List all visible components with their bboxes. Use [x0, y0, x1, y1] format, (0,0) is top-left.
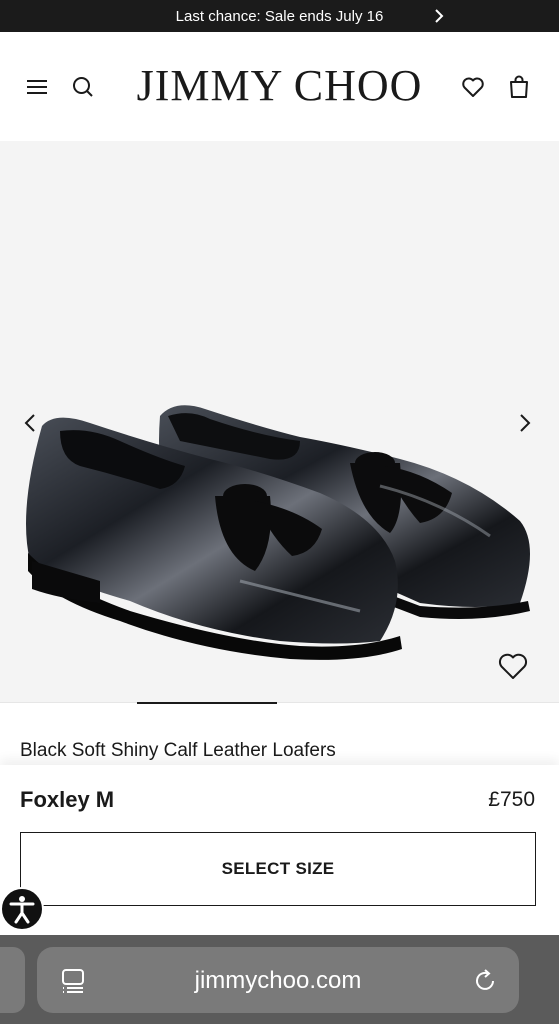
accessibility-button[interactable]	[0, 887, 44, 931]
select-size-button[interactable]: SELECT SIZE	[20, 832, 536, 906]
site-header: JIMMY CHOO	[0, 32, 559, 141]
announcement-bar[interactable]: Last chance: Sale ends July 16	[0, 0, 559, 32]
product-collection: Foxley M	[20, 787, 115, 812]
chevron-right-icon[interactable]	[429, 6, 449, 26]
gallery-progress-indicator	[137, 702, 277, 704]
product-image	[26, 405, 530, 660]
heart-icon[interactable]	[497, 651, 529, 681]
chevron-right-icon[interactable]	[515, 411, 535, 435]
announcement-text: Last chance: Sale ends July 16	[175, 7, 384, 25]
gallery-progress-track	[0, 702, 559, 703]
previous-tab[interactable]	[0, 947, 25, 1013]
accessibility-icon	[9, 896, 35, 924]
purchase-panel: Foxley M £750 SELECT SIZE	[0, 765, 559, 935]
heart-icon[interactable]	[460, 74, 486, 100]
shopping-bag-icon[interactable]	[506, 74, 532, 100]
chevron-left-icon[interactable]	[20, 411, 40, 435]
product-image-gallery[interactable]	[0, 141, 559, 703]
browser-toolbar: jimmychoo.com	[0, 935, 559, 1024]
url-text: jimmychoo.com	[194, 967, 362, 994]
reload-icon[interactable]	[471, 967, 499, 995]
product-name: Black Soft Shiny Calf Leather Loafers	[20, 740, 336, 761]
product-price: £750	[488, 788, 535, 811]
address-bar[interactable]: jimmychoo.com	[37, 947, 519, 1013]
